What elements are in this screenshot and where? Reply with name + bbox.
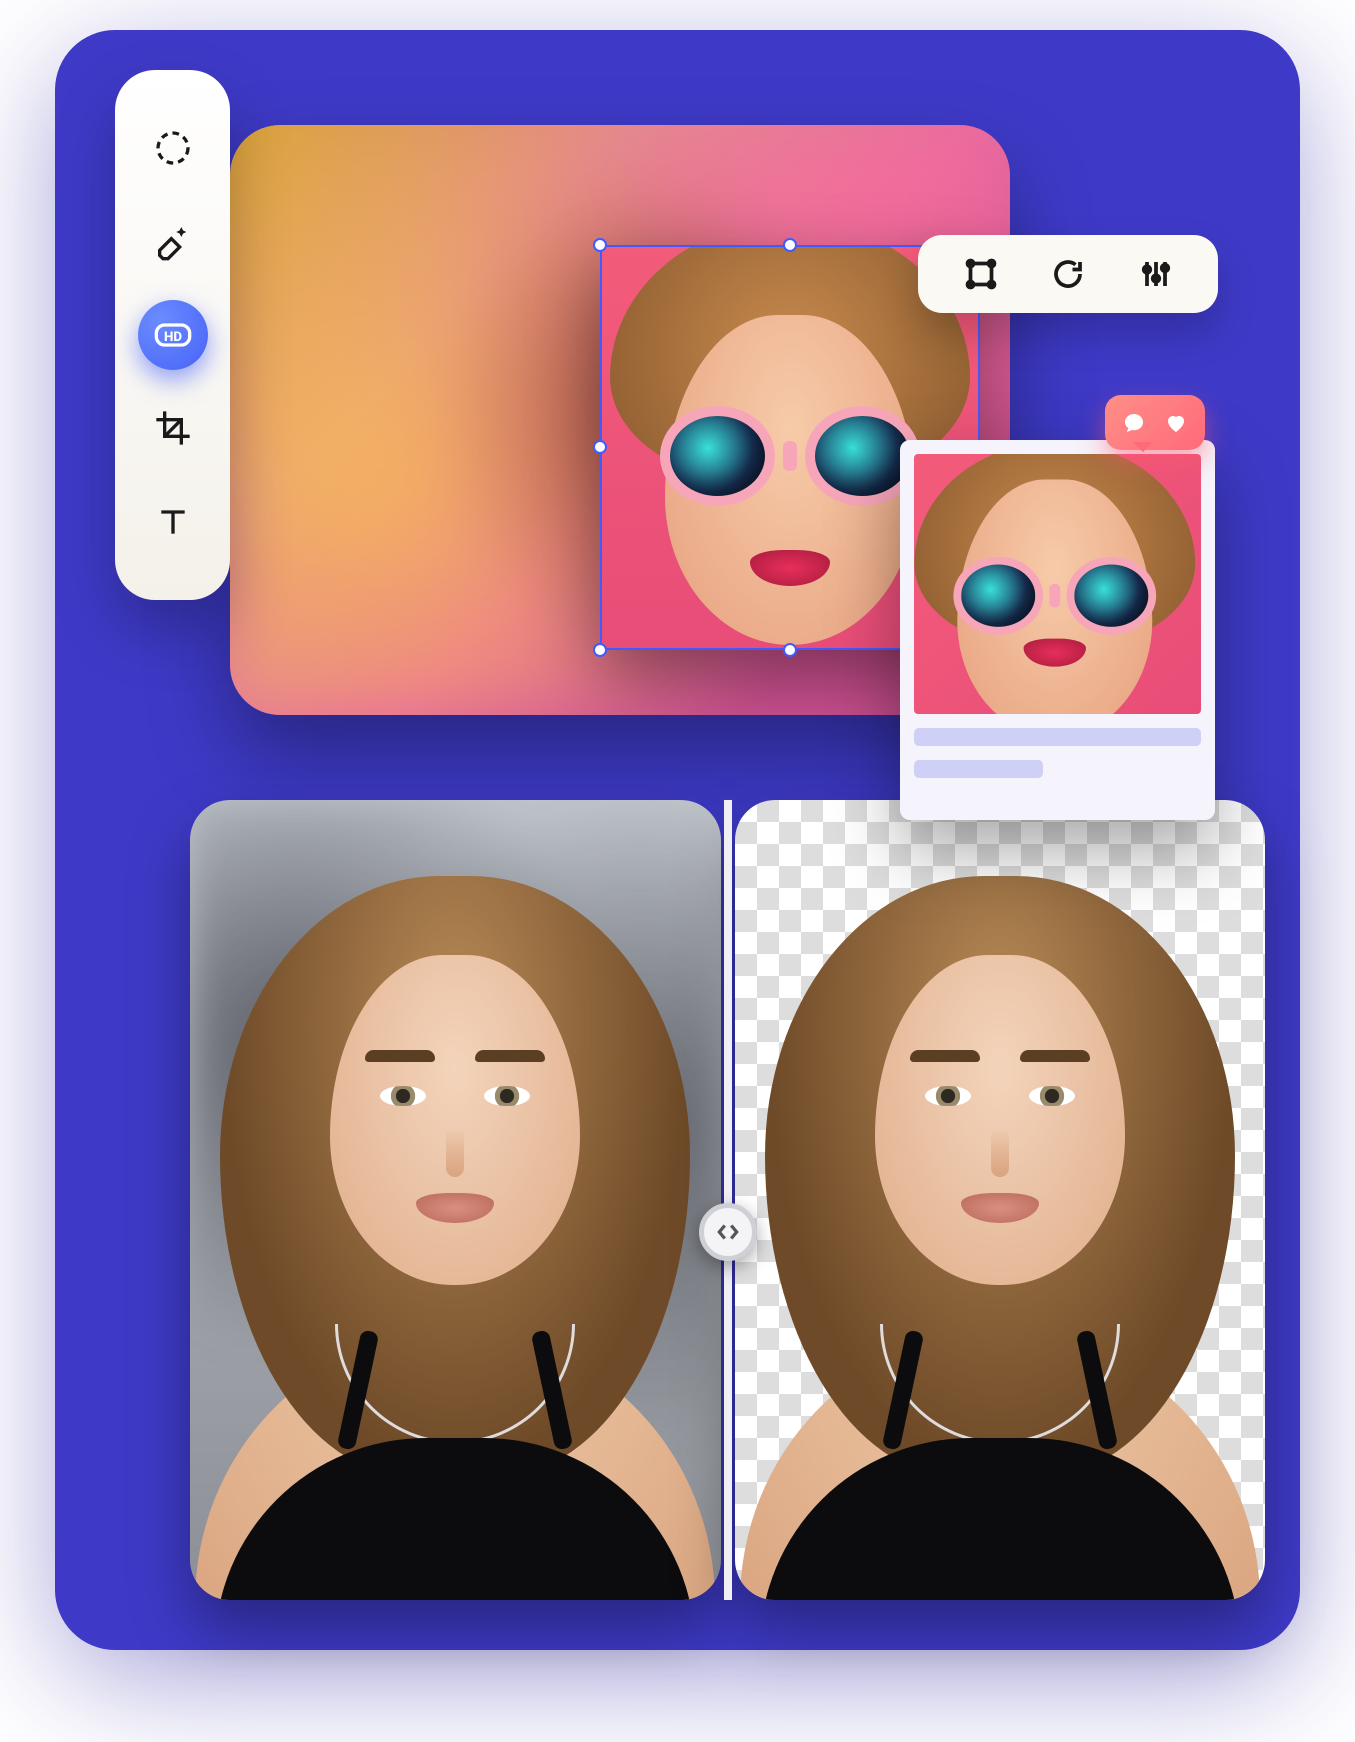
crop-icon xyxy=(153,408,193,448)
editor-stage: HD xyxy=(55,30,1300,1650)
svg-text:HD: HD xyxy=(163,330,181,345)
right-toolbar xyxy=(918,235,1218,313)
subject-portrait-no-bg xyxy=(735,800,1266,1600)
after-pane xyxy=(735,800,1266,1600)
bounding-box-icon xyxy=(963,256,999,292)
comparison-divider[interactable] xyxy=(724,800,732,1600)
social-preview-card xyxy=(900,440,1215,820)
main-canvas[interactable] xyxy=(230,125,1010,715)
comment-icon xyxy=(1122,411,1146,435)
adjust-tool[interactable] xyxy=(1131,249,1181,299)
enhance-tool[interactable]: HD xyxy=(138,300,208,370)
heart-icon xyxy=(1164,411,1188,435)
rotate-tool[interactable] xyxy=(1043,249,1093,299)
before-pane xyxy=(190,800,721,1600)
eraser-sparkle-icon xyxy=(153,222,193,262)
caption-placeholder-line xyxy=(914,760,1043,778)
selection-handle-ml[interactable] xyxy=(593,440,607,454)
social-preview-thumbnail xyxy=(914,454,1201,714)
crop-tool[interactable] xyxy=(138,393,208,463)
selection-handle-tl[interactable] xyxy=(593,238,607,252)
hd-badge-icon: HD xyxy=(153,315,193,355)
subject-portrait xyxy=(190,800,721,1600)
before-after-comparison xyxy=(190,800,1265,1600)
bounding-box-tool[interactable] xyxy=(956,249,1006,299)
left-toolbar: HD xyxy=(115,70,230,600)
caption-placeholder-line xyxy=(914,728,1201,746)
comparison-slider-handle[interactable] xyxy=(699,1203,757,1261)
text-tool[interactable] xyxy=(138,487,208,557)
eraser-tool[interactable] xyxy=(138,207,208,277)
selection-handle-mb[interactable] xyxy=(783,643,797,657)
drag-horizontal-icon xyxy=(715,1219,741,1245)
rotate-icon xyxy=(1050,256,1086,292)
selection-handle-mt[interactable] xyxy=(783,238,797,252)
reaction-bubble xyxy=(1105,395,1205,450)
select-tool[interactable] xyxy=(138,113,208,183)
selection-handle-bl[interactable] xyxy=(593,643,607,657)
text-icon xyxy=(153,502,193,542)
dashed-circle-icon xyxy=(153,128,193,168)
sliders-icon xyxy=(1138,256,1174,292)
